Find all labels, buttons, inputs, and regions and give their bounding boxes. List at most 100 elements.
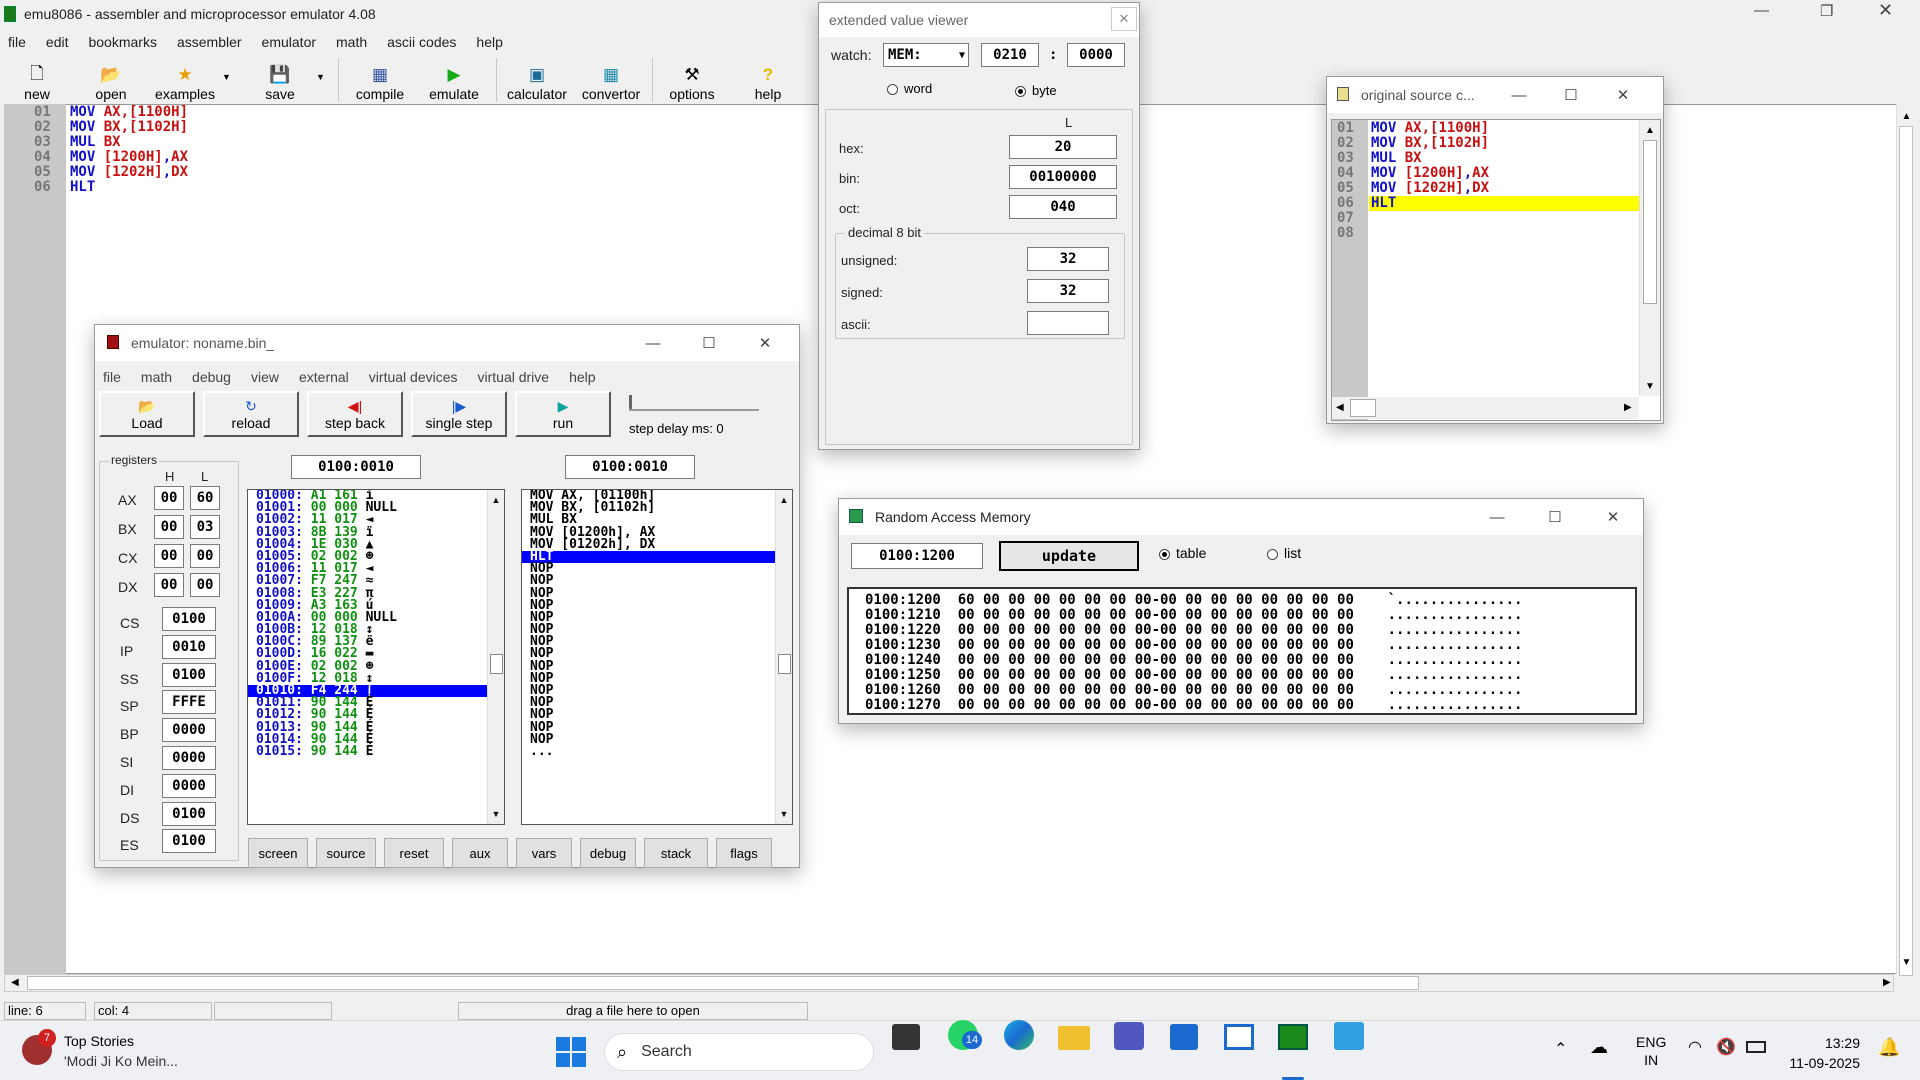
options-button[interactable]: ⚒ options (664, 60, 720, 102)
register-value[interactable]: 0100 (162, 607, 216, 631)
disassembly-row[interactable]: NOP (522, 623, 792, 636)
update-button[interactable]: update (999, 541, 1139, 571)
disassembly-row[interactable]: NOP (522, 599, 792, 612)
menu-file[interactable]: file (8, 34, 26, 50)
scroll-right-icon[interactable]: ▶ (1883, 977, 1891, 988)
memory-scrollbar[interactable]: ▲ ▼ (487, 490, 504, 824)
source-maximize-icon[interactable]: ☐ (1545, 77, 1597, 113)
help-button[interactable]: ? help (748, 60, 788, 102)
source-minimize-icon[interactable]: — (1493, 77, 1545, 113)
disassembly-row[interactable]: NOP (522, 733, 792, 746)
language-indicator[interactable]: ENG IN (1636, 1033, 1666, 1069)
word-radio[interactable]: word (887, 81, 932, 96)
scroll-down-icon[interactable]: ▼ (776, 806, 792, 822)
news-headline[interactable]: Top Stories (64, 1033, 134, 1049)
source-button[interactable]: source (316, 838, 376, 868)
menu-edit[interactable]: edit (46, 34, 69, 50)
menu-assembler[interactable]: assembler (177, 34, 242, 50)
clock[interactable]: 13:29 11-09-2025 (1784, 1033, 1860, 1073)
close-icon[interactable]: ✕ (1878, 0, 1893, 21)
disassembly-scrollbar[interactable]: ▲ ▼ (775, 490, 792, 824)
battery-icon[interactable] (1746, 1041, 1766, 1053)
news-subheadline[interactable]: 'Modi Ji Ko Mein... (64, 1053, 178, 1069)
register-low-byte[interactable]: 00 (190, 573, 220, 597)
disassembly-row[interactable]: NOP (522, 562, 792, 575)
editor-hscrollbar[interactable]: ◀ ▶ (4, 974, 1894, 992)
emu-menu-math[interactable]: math (141, 369, 172, 385)
examples-button[interactable]: ★ examples (150, 60, 220, 102)
menu-bookmarks[interactable]: bookmarks (88, 34, 156, 50)
stack-button[interactable]: stack (644, 838, 708, 868)
reload-button[interactable]: ↻ reload (203, 391, 299, 437)
source-vscrollbar[interactable]: ▲ ▼ (1639, 120, 1660, 396)
scroll-up-icon[interactable]: ▲ (488, 492, 504, 508)
ram-maximize-icon[interactable]: ☐ (1529, 499, 1581, 535)
register-value[interactable]: 0000 (162, 718, 216, 743)
scroll-down-icon[interactable]: ▼ (1897, 954, 1916, 970)
step-delay-slider[interactable] (629, 395, 759, 411)
compile-button[interactable]: ▦ compile (350, 60, 410, 102)
scroll-right-icon[interactable]: ▶ (1624, 402, 1632, 413)
disasm-address-field[interactable]: 0100:0010 (565, 455, 695, 479)
register-value[interactable]: 0000 (162, 773, 216, 798)
source-close-icon[interactable]: ✕ (1597, 77, 1649, 113)
scroll-down-icon[interactable]: ▼ (488, 806, 504, 822)
table-radio[interactable]: table (1159, 545, 1206, 561)
unsigned-value[interactable]: 32 (1027, 247, 1109, 271)
save-dropdown-icon[interactable]: ▼ (316, 72, 325, 82)
run-button[interactable]: ▶ run (515, 391, 611, 437)
convertor-button[interactable]: ▦ convertor (576, 60, 646, 102)
search-box[interactable]: ⌕ Search (604, 1033, 874, 1071)
register-value[interactable]: 0010 (162, 634, 216, 659)
hex-value[interactable]: 20 (1009, 135, 1117, 159)
cloud-icon[interactable]: ☁ (1590, 1037, 1608, 1058)
app-icon-2[interactable] (1334, 1022, 1364, 1050)
disassembly-row[interactable]: NOP (522, 708, 792, 721)
disassembly-row[interactable]: HLT (522, 550, 792, 564)
flags-button[interactable]: flags (716, 838, 772, 868)
bin-value[interactable]: 00100000 (1009, 165, 1117, 189)
register-value[interactable]: 0100 (162, 801, 216, 826)
emu-menu-help[interactable]: help (569, 369, 595, 385)
emu-menu-virtual-drive[interactable]: virtual drive (478, 369, 550, 385)
register-low-byte[interactable]: 03 (190, 515, 220, 539)
save-button[interactable]: 💾 save (260, 60, 300, 102)
disassembly-row[interactable]: ... (522, 745, 792, 758)
calculator-button[interactable]: ▣ calculator (502, 60, 572, 102)
wifi-icon[interactable]: ◠ (1688, 1037, 1702, 1057)
disassembly-row[interactable]: NOP (522, 660, 792, 673)
load-button[interactable]: 📂 Load (99, 391, 195, 437)
disassembly-row[interactable]: NOP (522, 696, 792, 709)
minimize-icon[interactable]: — (1754, 2, 1769, 19)
disassembly-row[interactable]: NOP (522, 684, 792, 697)
restore-icon[interactable]: ❐ (1820, 2, 1833, 20)
new-button[interactable]: 🗋 new (14, 60, 60, 103)
ram-address-input[interactable]: 0100:1200 (851, 543, 983, 569)
emu-menu-file[interactable]: file (103, 369, 121, 385)
emu-menu-virtual-devices[interactable]: virtual devices (369, 369, 458, 385)
emu-menu-view[interactable]: view (251, 369, 279, 385)
ram-table[interactable]: 0100:1200 60 00 00 00 00 00 00 00-00 00 … (847, 587, 1637, 715)
screen-button[interactable]: screen (248, 838, 308, 868)
emu-minimize-icon[interactable]: — (627, 325, 679, 361)
watch-segment-input[interactable]: 0210 (981, 43, 1039, 67)
ram-minimize-icon[interactable]: — (1471, 499, 1523, 535)
register-high-byte[interactable]: 00 (154, 573, 184, 597)
store-icon[interactable] (1170, 1024, 1198, 1050)
watch-offset-input[interactable]: 0000 (1067, 43, 1125, 67)
aux-button[interactable]: aux (452, 838, 508, 868)
disassembly-row[interactable]: NOP (522, 720, 792, 734)
notifications-icon[interactable]: 🔔 (1878, 1037, 1900, 1058)
volume-muted-icon[interactable]: 🔇 (1716, 1037, 1736, 1057)
scroll-up-icon[interactable]: ▲ (1640, 122, 1660, 138)
disassembly-row[interactable]: MOV [01202h], DX (522, 538, 792, 551)
register-high-byte[interactable]: 00 (154, 544, 184, 568)
windows-start-icon[interactable] (556, 1037, 586, 1067)
register-value[interactable]: 0000 (162, 746, 216, 770)
disassembly-row[interactable]: NOP (522, 672, 792, 685)
register-low-byte[interactable]: 00 (190, 544, 220, 568)
emu8086-taskbar-icon[interactable] (1278, 1024, 1308, 1050)
edge-icon[interactable] (1004, 1020, 1034, 1050)
scroll-left-icon[interactable]: ◀ (11, 977, 19, 988)
folder-icon[interactable] (1058, 1026, 1090, 1050)
